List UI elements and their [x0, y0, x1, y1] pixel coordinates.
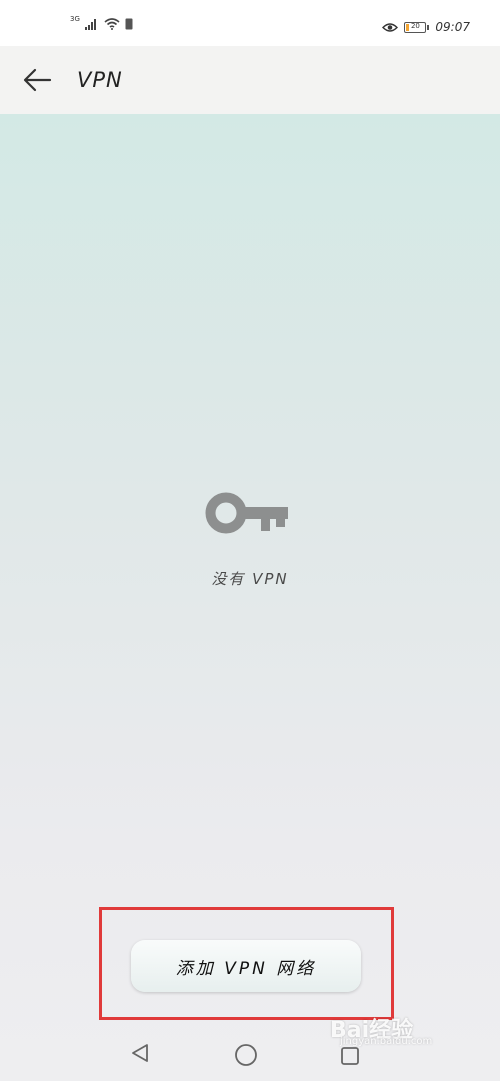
watermark-url: jingyan.baidu.com: [340, 1036, 433, 1047]
nav-back-icon: [132, 1044, 148, 1062]
nav-home-icon: [235, 1044, 257, 1066]
status-left: 3G: [70, 15, 133, 30]
clock: 09:07: [435, 20, 470, 34]
add-vpn-button[interactable]: 添加 VPN 网络: [131, 940, 361, 992]
network-type-label: 3G: [70, 15, 80, 23]
navigation-bar: [0, 1024, 500, 1081]
nav-home-button[interactable]: [234, 1043, 258, 1071]
status-bar: 3G 20 09:07: [0, 0, 500, 46]
battery-tip: [427, 24, 430, 30]
sim-icon: [125, 18, 133, 30]
battery-level-text: 20: [410, 21, 420, 30]
nav-recent-button[interactable]: [340, 1046, 360, 1070]
page-title: VPN: [77, 68, 123, 92]
toolbar: VPN: [0, 46, 500, 114]
nav-back-button[interactable]: [129, 1042, 151, 1068]
key-icon: [205, 489, 289, 541]
main-content: 没有 VPN 添加 VPN 网络 Bai经验 jingyan.baidu.com: [0, 114, 500, 1081]
arrow-left-icon: [23, 68, 52, 92]
status-right: 20 09:07: [382, 20, 470, 34]
back-button[interactable]: [20, 63, 54, 97]
empty-state-message: 没有 VPN: [211, 570, 289, 588]
nav-recent-icon: [341, 1047, 359, 1065]
battery-icon: 20: [404, 21, 427, 33]
wifi-icon: [104, 18, 120, 30]
eye-icon: [382, 22, 399, 32]
signal-icon: [84, 19, 96, 30]
